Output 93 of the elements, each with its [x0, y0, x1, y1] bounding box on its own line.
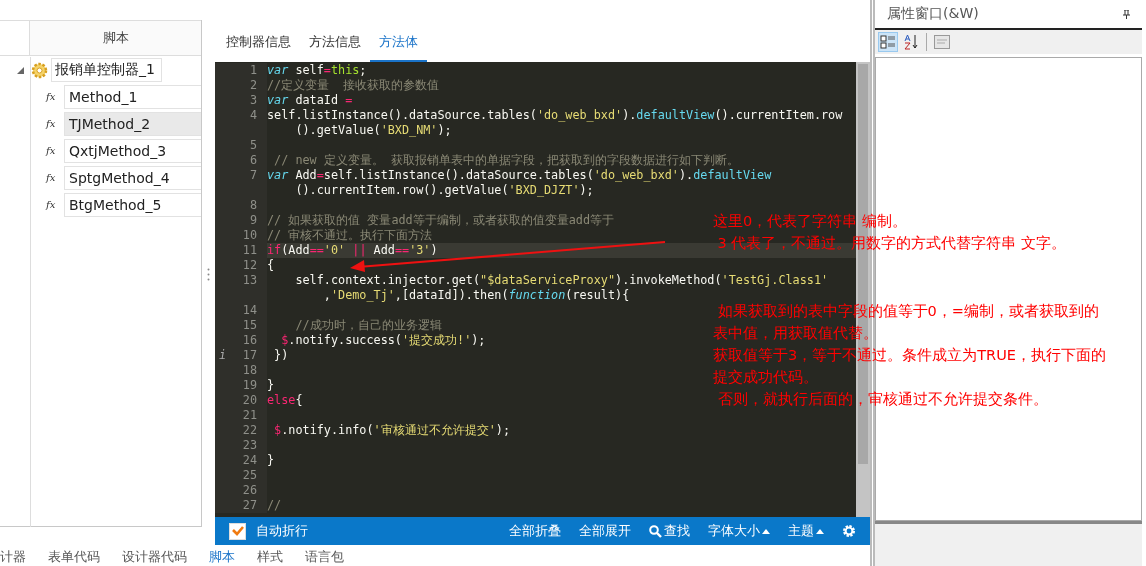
settings-icon — [842, 524, 856, 538]
line-number: 17 — [242, 348, 257, 362]
line-number: 20 — [242, 393, 257, 407]
toolbar-button[interactable] — [878, 32, 898, 52]
code-line: // 如果获取的值 变量add等于编制，或者获取的值变量add等于 — [267, 213, 615, 228]
tree-item[interactable]: Method_1 — [64, 84, 201, 109]
line-number: 2 — [249, 78, 257, 92]
line-number: 7 — [249, 168, 257, 182]
line-number: 27 — [242, 498, 257, 512]
tab[interactable]: 控制器信息 — [217, 27, 300, 62]
info-marker: i — [219, 348, 227, 362]
splitter-grip-icon[interactable] — [207, 267, 210, 281]
column-header: 脚本 — [30, 21, 201, 55]
function-icon: fx — [46, 91, 64, 102]
toolbar-button[interactable]: 全部展开 — [579, 522, 631, 540]
code-line: // 审核不通过。执行下面方法 — [267, 228, 433, 243]
code-line: self.listInstance().dataSource.tables('do_web_bxd').defaultView().currentItem.row — [267, 108, 843, 123]
line-number: 23 — [242, 438, 257, 452]
code-line: { — [267, 258, 275, 273]
checkbox[interactable] — [229, 522, 246, 540]
pin-icon[interactable] — [1123, 9, 1130, 19]
expander-triangle-icon[interactable] — [17, 66, 24, 74]
tree-item[interactable]: SptgMethod_4 — [64, 165, 201, 190]
tab[interactable]: 样式 — [257, 548, 283, 565]
line-number: 12 — [242, 258, 257, 272]
caret-up-icon — [762, 528, 770, 534]
dropdown-button[interactable]: 字体大小 — [708, 522, 770, 540]
function-icon: fx — [46, 199, 64, 210]
code-line: // — [267, 498, 282, 513]
tab[interactable]: 脚本 — [209, 548, 235, 565]
line-number: 25 — [242, 468, 257, 482]
line-number: 9 — [249, 213, 257, 227]
code-line: $.notify.success('提交成功!'); — [280, 333, 486, 348]
tree-node[interactable]: 报销单控制器_1 — [51, 58, 162, 82]
tab[interactable]: 表单代码 — [48, 548, 100, 565]
panel-title: 属性窗口(&W) — [887, 5, 979, 23]
line-number: 4 — [249, 108, 257, 122]
code-line: } — [267, 453, 275, 468]
code-line: else{ — [267, 393, 303, 408]
categorized-icon — [880, 34, 896, 50]
code-line: ,'Demo_Tj',[dataId]).then(function(result){ — [322, 288, 630, 303]
function-icon: fx — [46, 172, 64, 183]
line-number: 19 — [242, 378, 257, 392]
line-number: 3 — [249, 93, 257, 107]
code-line: $.notify.info('审核通过不允许提交'); — [273, 423, 510, 438]
function-icon: fx — [46, 118, 64, 129]
line-number: 24 — [242, 453, 257, 467]
line-number: 13 — [242, 273, 257, 287]
tab[interactable]: 方法信息 — [300, 27, 370, 62]
function-icon: fx — [46, 145, 64, 156]
line-number: 10 — [242, 228, 257, 242]
line-number: 22 — [242, 423, 257, 437]
tree-item[interactable]: TJMethod_2 — [64, 111, 201, 136]
line-number: 11 — [242, 243, 257, 257]
checkbox-label: 自动折行 — [256, 522, 308, 540]
line-number: 5 — [249, 138, 257, 152]
code-line: var dataId = — [267, 93, 353, 108]
tab[interactable]: 语言包 — [305, 548, 344, 565]
code-line: self.context.injector.get("$dataServiceProxy").invokeMethod('TestGj.Class1' — [294, 273, 829, 288]
code-line: var self=this; — [267, 63, 367, 78]
checkmark-icon — [231, 526, 244, 536]
code-line: //定义变量 接收获取的参数值 — [267, 78, 440, 93]
code-line: } — [267, 378, 275, 393]
code-line: }) — [273, 348, 289, 363]
line-number: 1 — [249, 63, 257, 77]
tree-item[interactable]: QxtjMethod_3 — [64, 138, 201, 163]
code-line: ().currentItem.row().getValue('BXD_DJZT'); — [294, 183, 594, 198]
code-line: var Add=self.listInstance().dataSource.tables('do_web_bxd').defaultView — [267, 168, 772, 183]
code-line: ().getValue('BXD_NM'); — [294, 123, 452, 138]
toolbar-button[interactable] — [932, 32, 952, 52]
property-pages-icon — [934, 35, 950, 49]
line-number: 26 — [242, 483, 257, 497]
line-number: 16 — [242, 333, 257, 347]
search-icon — [649, 524, 662, 538]
line-number: 15 — [242, 318, 257, 332]
line-number: 8 — [249, 198, 257, 212]
dropdown-button[interactable]: 主题 — [788, 522, 824, 540]
line-number: 14 — [242, 303, 257, 317]
line-number: 21 — [242, 408, 257, 422]
toolbar-button[interactable]: 全部折叠 — [509, 522, 561, 540]
tab[interactable]: 设计器代码 — [122, 548, 187, 565]
gear-icon — [31, 61, 48, 79]
code-line: // new 定义变量。 获取报销单表中的单据字段，把获取到的字段数据进行如下判断。 — [273, 153, 739, 168]
sort-az-icon — [903, 34, 919, 50]
tab[interactable]: 计器 — [0, 548, 26, 565]
line-number: 18 — [242, 363, 257, 377]
code-line: //成功时，自己的业务逻辑 — [294, 318, 442, 333]
caret-up-icon — [816, 528, 824, 534]
code-line: if(Add=='0' || Add=='3') — [267, 243, 438, 258]
line-number: 6 — [249, 153, 257, 167]
settings-button[interactable] — [842, 524, 856, 538]
tree-item[interactable]: BtgMethod_5 — [64, 192, 201, 217]
search-button[interactable]: 查找 — [649, 522, 690, 540]
